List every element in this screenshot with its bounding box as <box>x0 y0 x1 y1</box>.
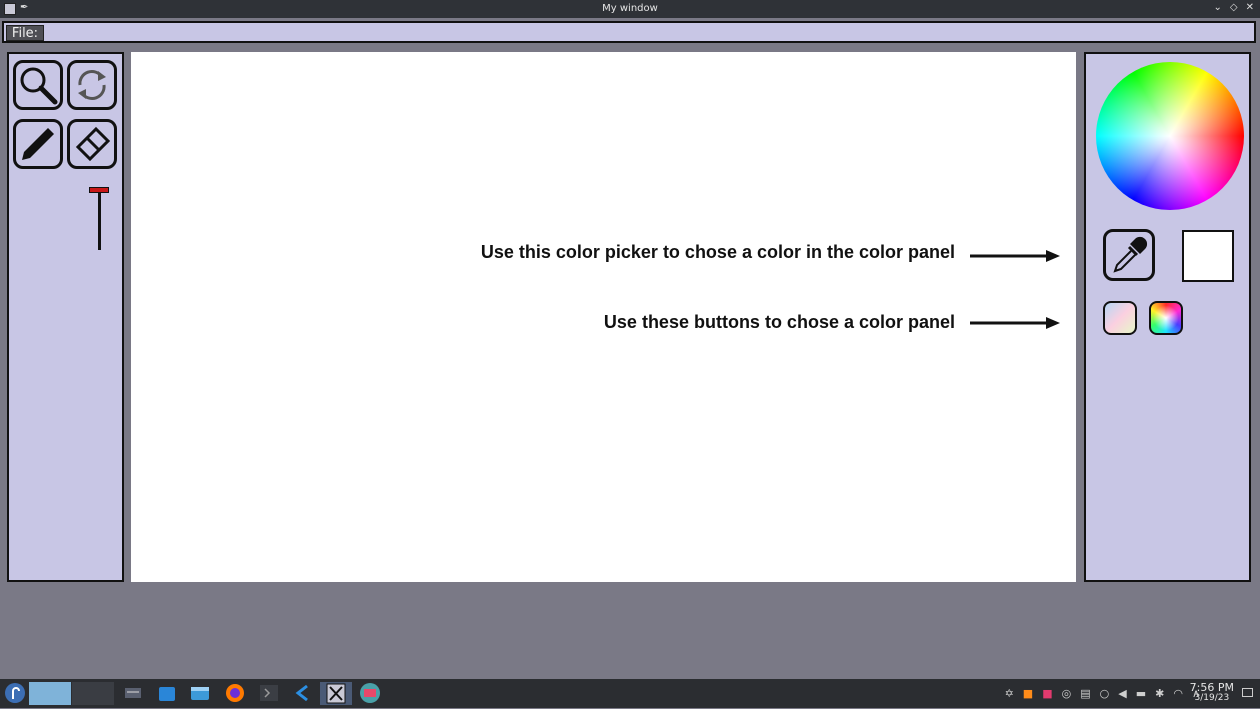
close-button[interactable]: ✕ <box>1246 2 1254 13</box>
fedora-start-button[interactable] <box>4 682 26 705</box>
arrow-right-icon <box>970 317 1060 329</box>
clock[interactable]: 7:56 PM 3/19/23 <box>1189 681 1234 703</box>
file-manager-icon[interactable] <box>189 682 211 705</box>
taskbar: ✡ ■ ■ ◎ ▤ ○ ◀ ▬ ✱ ◠ ∧ 7:56 PM 3/19/23 <box>0 679 1260 708</box>
minimize-button[interactable]: ⌄ <box>1214 2 1222 13</box>
package-icon[interactable]: ■ <box>1023 687 1033 700</box>
maximize-button[interactable]: ◇ <box>1230 2 1238 13</box>
arrow-right-icon <box>970 250 1060 262</box>
vscode-icon[interactable] <box>291 682 313 705</box>
brush-size-slider[interactable] <box>89 184 109 254</box>
my-window-task[interactable] <box>320 682 352 705</box>
color-wheel[interactable] <box>1096 62 1244 210</box>
pencil-tool-button[interactable] <box>13 119 63 169</box>
panel-hint-text: Use these buttons to chose a color panel <box>603 312 955 332</box>
volume-icon[interactable]: ◀ <box>1118 687 1126 700</box>
wifi-icon[interactable]: ◠ <box>1173 687 1183 700</box>
soft-palette-button[interactable] <box>1103 301 1137 335</box>
menu-bar: File: <box>2 21 1256 43</box>
pencil-icon <box>22 128 54 160</box>
picker-hint-text: Use this color picker to chose a color i… <box>480 242 955 262</box>
vivid-palette-button[interactable] <box>1149 301 1183 335</box>
file-menu-button[interactable]: File: <box>6 25 44 41</box>
clock-date: 3/19/23 <box>1194 693 1230 703</box>
slider-thumb[interactable] <box>89 187 109 194</box>
terminal-icon[interactable] <box>258 682 280 705</box>
refresh-icon <box>78 70 106 100</box>
window-title: My window <box>602 3 658 14</box>
store-app-icon[interactable] <box>156 682 178 705</box>
clipboard-icon[interactable]: ▤ <box>1080 687 1090 700</box>
tool-panel <box>7 52 124 582</box>
eraser-tool-button[interactable] <box>67 119 117 169</box>
fedora-icon <box>5 683 25 703</box>
slider-track <box>98 188 101 250</box>
system-tray: ✡ ■ ■ ◎ ▤ ○ ◀ ▬ ✱ ◠ ∧ <box>1005 687 1200 700</box>
selected-color-swatch <box>1182 230 1234 282</box>
bulb-icon[interactable]: ○ <box>1100 687 1110 700</box>
bluetooth-icon[interactable]: ✱ <box>1155 687 1164 700</box>
zoom-tool-button[interactable] <box>13 60 63 110</box>
vpn-icon[interactable]: ◎ <box>1062 687 1072 700</box>
reset-tool-button[interactable] <box>67 60 117 110</box>
color-picker-button[interactable] <box>1103 229 1155 281</box>
screenshot-app-icon[interactable] <box>358 682 382 705</box>
show-desktop-button[interactable] <box>1242 688 1253 697</box>
updates-icon[interactable]: ■ <box>1042 687 1052 700</box>
eraser-icon <box>75 126 111 162</box>
color-panel <box>1084 52 1251 582</box>
settings-app-icon[interactable] <box>122 682 144 705</box>
window-titlebar: ✒ My window ⌄ ◇ ✕ <box>0 0 1260 18</box>
firefox-icon[interactable] <box>224 682 246 705</box>
battery-icon[interactable]: ▬ <box>1136 687 1146 700</box>
virtual-desktop-2[interactable] <box>72 682 114 705</box>
virtual-desktop-1[interactable] <box>29 682 71 705</box>
magnifier-icon <box>20 67 58 105</box>
eyedropper-icon <box>1113 236 1148 273</box>
clock-time: 7:56 PM <box>1189 681 1234 694</box>
notifications-icon[interactable]: ✡ <box>1005 687 1014 700</box>
